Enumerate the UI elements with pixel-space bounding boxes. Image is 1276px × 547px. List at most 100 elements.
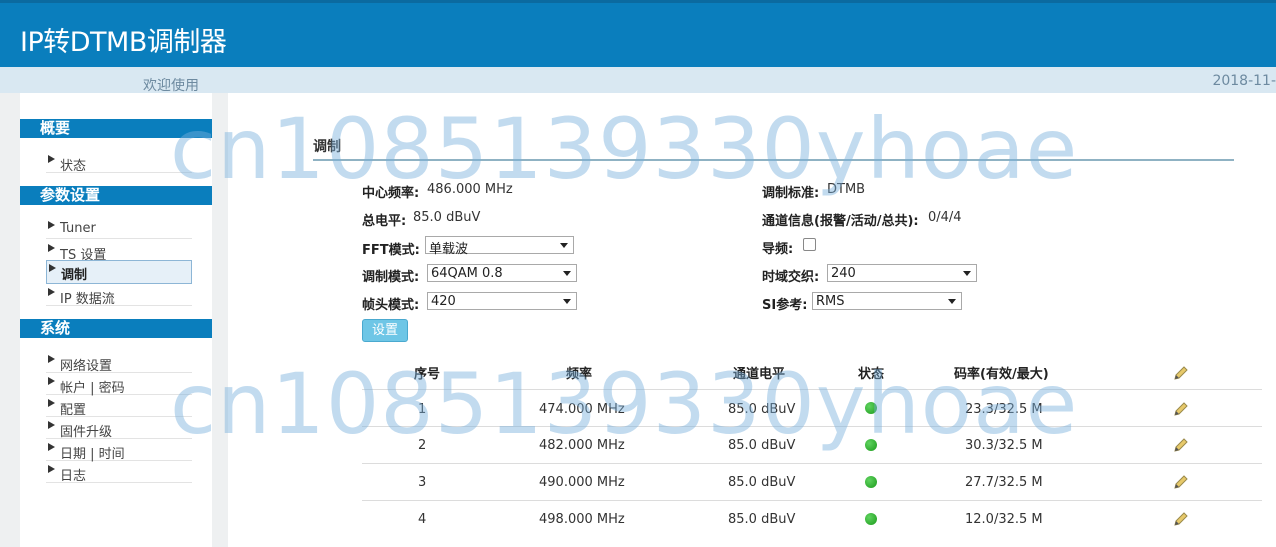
- sidebar-item-label: 帐户 | 密码: [60, 381, 125, 396]
- mod-standard-value: DTMB: [827, 182, 866, 197]
- total-level-label: 总电平:: [362, 214, 407, 229]
- time-interleave-select[interactable]: 240: [827, 264, 977, 282]
- fft-mode-value: 单载波: [429, 242, 469, 257]
- pencil-icon[interactable]: [1172, 400, 1190, 418]
- sidebar-item-label: IP 数据流: [60, 292, 115, 307]
- row4-index: 4: [418, 512, 427, 527]
- row4-rate: 12.0/32.5 M: [965, 512, 1043, 527]
- mod-mode-value: 64QAM 0.8: [431, 266, 503, 281]
- triangle-right-icon: [48, 155, 55, 163]
- fft-mode-select[interactable]: 单载波: [425, 236, 574, 257]
- center-freq-label: 中心频率:: [362, 186, 420, 201]
- table-divider: [362, 500, 1262, 501]
- pencil-icon[interactable]: [1172, 436, 1190, 454]
- fft-mode-label: FFT模式:: [362, 243, 420, 258]
- sidebar-item-label: 状态: [60, 159, 87, 174]
- row1-level: 85.0 dBuV: [728, 402, 796, 417]
- col-header-freq: 频率: [566, 367, 593, 382]
- table-divider: [362, 389, 1262, 390]
- frame-header-select[interactable]: 420: [427, 292, 577, 310]
- panel-divider: [313, 159, 1234, 161]
- col-header-status: 状态: [858, 367, 885, 382]
- sidebar-item-label: 网络设置: [60, 359, 113, 374]
- time-interleave-label: 时域交织:: [762, 270, 820, 285]
- sidebar-item-ts-settings[interactable]: TS 设置: [46, 241, 192, 263]
- row4-freq: 498.000 MHz: [539, 512, 625, 527]
- total-level-value: 85.0 dBuV: [413, 210, 481, 225]
- sidebar-item-firmware[interactable]: 固件升级: [46, 418, 192, 440]
- pilot-checkbox[interactable]: [803, 238, 816, 251]
- col-header-rate: 码率(有效/最大): [954, 367, 1049, 382]
- sidebar-item-log[interactable]: 日志: [46, 462, 192, 484]
- mod-standard-label: 调制标准:: [762, 186, 820, 201]
- sidebar-section-system: 系统: [20, 319, 212, 338]
- app-title: IP转DTMB调制器: [20, 27, 227, 58]
- pencil-icon[interactable]: [1172, 510, 1190, 528]
- row2-rate: 30.3/32.5 M: [965, 438, 1043, 453]
- triangle-right-icon: [48, 288, 55, 296]
- si-ref-value: RMS: [816, 294, 845, 309]
- sidebar-item-label: 配置: [60, 403, 87, 418]
- frame-header-value: 420: [431, 294, 456, 309]
- channel-info-value: 0/4/4: [928, 210, 962, 225]
- row3-freq: 490.000 MHz: [539, 475, 625, 490]
- welcome-bar: 欢迎使用 2018-11-: [0, 67, 1276, 94]
- table-divider: [362, 463, 1262, 464]
- triangle-right-icon: [48, 355, 55, 363]
- sidebar-item-label: 日志: [60, 469, 87, 484]
- triangle-right-icon: [48, 421, 55, 429]
- chevron-down-icon: [560, 243, 568, 248]
- sidebar-item-label: 调制: [61, 268, 88, 283]
- green-dot-icon: [865, 513, 877, 525]
- row1-freq: 474.000 MHz: [539, 402, 625, 417]
- channel-info-label: 通道信息(报警/活动/总共):: [762, 214, 919, 229]
- green-dot-icon: [865, 402, 877, 414]
- triangle-right-icon: [48, 465, 55, 473]
- sidebar-item-modulation[interactable]: 调制: [46, 260, 192, 284]
- row3-level: 85.0 dBuV: [728, 475, 796, 490]
- sidebar-item-status[interactable]: 状态: [46, 152, 192, 174]
- si-ref-select[interactable]: RMS: [812, 292, 962, 310]
- sidebar-section-params: 参数设置: [20, 186, 212, 205]
- row3-index: 3: [418, 475, 427, 490]
- sidebar-item-tuner[interactable]: Tuner: [46, 218, 192, 239]
- row3-rate: 27.7/32.5 M: [965, 475, 1043, 490]
- chevron-down-icon: [963, 271, 971, 276]
- row1-index: 1: [418, 402, 427, 417]
- sidebar-item-ip-stream[interactable]: IP 数据流: [46, 285, 192, 307]
- sidebar-item-label: 固件升级: [60, 425, 113, 440]
- set-button[interactable]: 设置: [362, 319, 408, 342]
- row1-rate: 23.3/32.5 M: [965, 402, 1043, 417]
- sidebar-item-network[interactable]: 网络设置: [46, 352, 192, 374]
- table-divider: [362, 426, 1262, 427]
- green-dot-icon: [865, 439, 877, 451]
- center-freq-value: 486.000 MHz: [427, 182, 513, 197]
- row2-level: 85.0 dBuV: [728, 438, 796, 453]
- pencil-icon[interactable]: [1172, 473, 1190, 491]
- sidebar-item-account[interactable]: 帐户 | 密码: [46, 374, 192, 396]
- chevron-down-icon: [563, 299, 571, 304]
- triangle-right-icon: [48, 221, 55, 229]
- mod-mode-select[interactable]: 64QAM 0.8: [427, 264, 577, 282]
- col-header-index: 序号: [414, 367, 441, 382]
- chevron-down-icon: [563, 271, 571, 276]
- row4-level: 85.0 dBuV: [728, 512, 796, 527]
- triangle-right-icon: [48, 399, 55, 407]
- si-ref-label: SI参考:: [762, 298, 808, 313]
- panel-title: 调制: [313, 139, 341, 155]
- frame-header-label: 帧头模式:: [362, 298, 420, 313]
- sidebar-item-config[interactable]: 配置: [46, 396, 192, 418]
- triangle-right-icon: [48, 443, 55, 451]
- triangle-right-icon: [49, 264, 56, 272]
- app-header: IP转DTMB调制器: [0, 0, 1276, 67]
- row2-freq: 482.000 MHz: [539, 438, 625, 453]
- sidebar-item-datetime[interactable]: 日期 | 时间: [46, 440, 192, 462]
- welcome-text: 欢迎使用: [143, 78, 199, 94]
- mod-mode-label: 调制模式:: [362, 270, 420, 285]
- pilot-label: 导频:: [762, 242, 794, 257]
- sidebar-item-label: Tuner: [60, 221, 96, 236]
- row2-index: 2: [418, 438, 427, 453]
- pencil-icon[interactable]: [1172, 364, 1190, 382]
- chevron-down-icon: [948, 299, 956, 304]
- sidebar-item-label: 日期 | 时间: [60, 447, 125, 462]
